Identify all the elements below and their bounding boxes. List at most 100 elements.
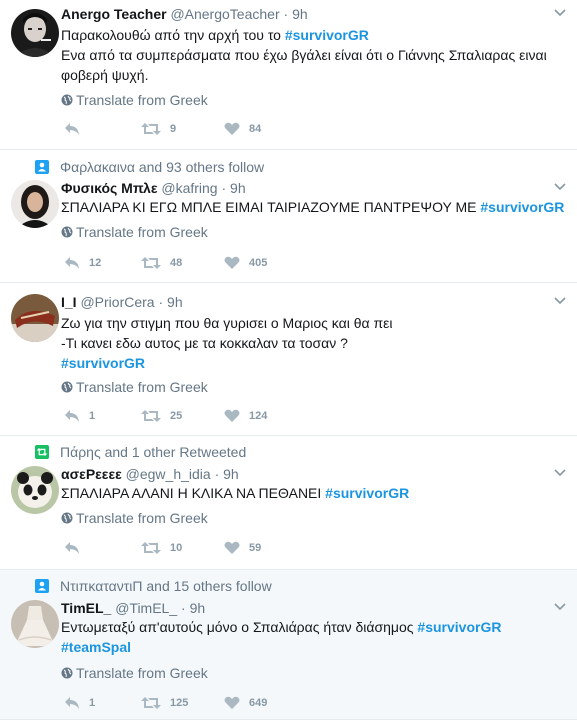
display-name[interactable]: Φυσικός Μπλε — [61, 180, 157, 196]
like-button[interactable]: 84 — [224, 120, 261, 138]
translate-link[interactable]: Translate from Greek — [61, 224, 208, 240]
timestamp[interactable]: 9h — [223, 466, 239, 482]
reply-icon — [65, 697, 79, 709]
tweet-text: Εντωμεταξύ απ'αυτούς μόνο ο Σπαλιάρας ήτ… — [61, 617, 571, 657]
like-count: 59 — [249, 542, 262, 554]
display-name[interactable]: Anergo Teacher — [61, 6, 167, 22]
person-follow-icon — [35, 579, 49, 593]
reply-count: 1 — [89, 410, 96, 422]
translate-link[interactable]: Translate from Greek — [61, 92, 208, 108]
retweet-count: 48 — [170, 257, 183, 269]
globe-icon — [61, 381, 73, 393]
hashtag-link[interactable]: #survivorGR — [325, 485, 409, 501]
timestamp[interactable]: 9h — [190, 600, 206, 616]
hashtag-link[interactable]: #survivorGR — [480, 199, 564, 215]
timeline: Anergo Teacher @AnergoTeacher · 9h Παρακ… — [0, 0, 577, 720]
timestamp[interactable]: 9h — [167, 294, 183, 310]
hashtag-link[interactable]: #survivorGR — [285, 27, 369, 43]
tweet-header: Φυσικός Μπλε @kafring · 9h — [61, 180, 246, 196]
heart-icon — [224, 256, 240, 269]
reply-button[interactable] — [64, 539, 89, 557]
tweet[interactable]: Πάρης and 1 other Retweeted ασεΡεεεε @eg… — [0, 436, 577, 570]
timestamp[interactable]: 9h — [292, 6, 308, 22]
tweet[interactable]: ΝτιπκαταντιΠ and 15 others follow TimEL_… — [0, 570, 577, 720]
screen-name[interactable]: @egw_h_idia — [126, 466, 211, 482]
like-button[interactable]: 405 — [224, 254, 267, 272]
retweet-count: 9 — [170, 123, 177, 135]
heart-icon — [224, 696, 240, 709]
hashtag-link[interactable]: #teamSpal — [61, 639, 131, 655]
like-button[interactable]: 124 — [224, 407, 267, 425]
globe-icon — [61, 226, 73, 238]
retweet-icon — [141, 542, 161, 554]
chevron-down-icon[interactable] — [554, 603, 566, 611]
reply-button[interactable]: 1 — [64, 407, 95, 425]
timestamp[interactable]: 9h — [230, 180, 246, 196]
screen-name[interactable]: @TimEL_ — [115, 600, 177, 616]
heart-icon — [224, 409, 240, 422]
chevron-down-icon[interactable] — [554, 469, 566, 477]
tweet[interactable]: I_I @PriorCera · 9h Ζω για την στιγμη πο… — [0, 283, 577, 436]
tweet-text-line: Εντωμεταξύ απ'αυτούς μόνο ο Σπαλιάρας ήτ… — [61, 619, 418, 635]
reply-icon — [65, 410, 79, 422]
social-context: Πάρης and 1 other Retweeted — [35, 444, 246, 460]
translate-link[interactable]: Translate from Greek — [61, 665, 208, 681]
tweet-text-line: Παρακολουθώ από την αρχή του το — [61, 27, 285, 43]
avatar[interactable] — [11, 600, 59, 648]
retweet-button[interactable]: 48 — [141, 254, 182, 272]
chevron-down-icon[interactable] — [554, 9, 566, 17]
screen-name[interactable]: @AnergoTeacher — [170, 6, 279, 22]
tweet-text-line: ΣΠΑΛΙΑΡΑ ΑΛΑΝΙ Η ΚΛΙΚΑ ΝΑ ΠΕΘΑΝΕΙ — [61, 485, 326, 501]
reply-button[interactable] — [64, 120, 89, 138]
display-name[interactable]: ασεΡεεεε — [61, 466, 122, 482]
hashtag-link[interactable]: #survivorGR — [417, 619, 501, 635]
screen-name[interactable]: @PriorCera — [80, 294, 154, 310]
translate-link[interactable]: Translate from Greek — [61, 379, 208, 395]
tweet-text: ΣΠΑΛΙΑΡΑ ΑΛΑΝΙ Η ΚΛΙΚΑ ΝΑ ΠΕΘΑΝΕΙ #survi… — [61, 483, 571, 503]
hashtag-link[interactable]: #survivorGR — [61, 355, 145, 371]
avatar[interactable] — [11, 466, 59, 514]
screen-name[interactable]: @kafring — [161, 180, 217, 196]
retweet-button[interactable]: 10 — [141, 539, 182, 557]
tweet[interactable]: Φαρλακαινα and 93 others follow Φυσικός … — [0, 150, 577, 283]
tweet[interactable]: Anergo Teacher @AnergoTeacher · 9h Παρακ… — [0, 0, 577, 150]
tweet-actions: 10 59 — [61, 539, 461, 557]
separator: · — [221, 180, 227, 196]
social-context-label[interactable]: Φαρλακαινα and 93 others follow — [60, 159, 264, 175]
tweet-header: Anergo Teacher @AnergoTeacher · 9h — [61, 6, 308, 22]
translate-link[interactable]: Translate from Greek — [61, 510, 208, 526]
translate-label[interactable]: Translate from Greek — [76, 665, 208, 681]
reply-icon — [65, 257, 79, 269]
avatar[interactable] — [11, 294, 59, 342]
display-name[interactable]: I_I — [61, 294, 77, 310]
reply-button[interactable]: 12 — [64, 254, 101, 272]
avatar[interactable] — [11, 180, 59, 228]
tweet-actions: 9 84 — [61, 120, 461, 138]
reply-count: 1 — [89, 697, 96, 709]
like-button[interactable]: 59 — [224, 539, 261, 557]
translate-label[interactable]: Translate from Greek — [76, 92, 208, 108]
retweet-icon — [141, 257, 161, 269]
tweet-header: TimEL_ @TimEL_ · 9h — [61, 600, 205, 616]
tweet-actions: 1 125 649 — [61, 694, 461, 712]
social-context-label[interactable]: ΝτιπκαταντιΠ and 15 others follow — [60, 578, 272, 594]
display-name[interactable]: TimEL_ — [61, 600, 111, 616]
retweet-button[interactable]: 25 — [141, 407, 182, 425]
tweet-text-line: ΣΠΑΛΙΑΡΑ ΚΙ ΕΓΩ ΜΠΛΕ ΕΙΜΑΙ ΤΑΙΡΙΑΖΟΥΜΕ Π… — [61, 199, 481, 215]
translate-label[interactable]: Translate from Greek — [76, 224, 208, 240]
separator: · — [181, 600, 186, 616]
chevron-down-icon[interactable] — [554, 183, 566, 191]
social-context-label[interactable]: Πάρης and 1 other Retweeted — [60, 444, 246, 460]
retweet-button[interactable]: 9 — [141, 120, 176, 138]
tweet-text-line: Ζω για την στιγμη που θα γυρισει ο Μαριο… — [61, 315, 393, 331]
translate-label[interactable]: Translate from Greek — [76, 379, 208, 395]
chevron-down-icon[interactable] — [554, 297, 566, 305]
translate-label[interactable]: Translate from Greek — [76, 510, 208, 526]
like-button[interactable]: 649 — [224, 694, 267, 712]
retweet-button[interactable]: 125 — [141, 694, 188, 712]
tweet-text-line: Ενα από τα συμπεράσματα που έχω βγάλει ε… — [61, 47, 547, 83]
social-context: ΝτιπκαταντιΠ and 15 others follow — [35, 578, 272, 594]
separator: · — [158, 294, 164, 310]
reply-button[interactable]: 1 — [64, 694, 95, 712]
avatar[interactable] — [11, 9, 59, 57]
